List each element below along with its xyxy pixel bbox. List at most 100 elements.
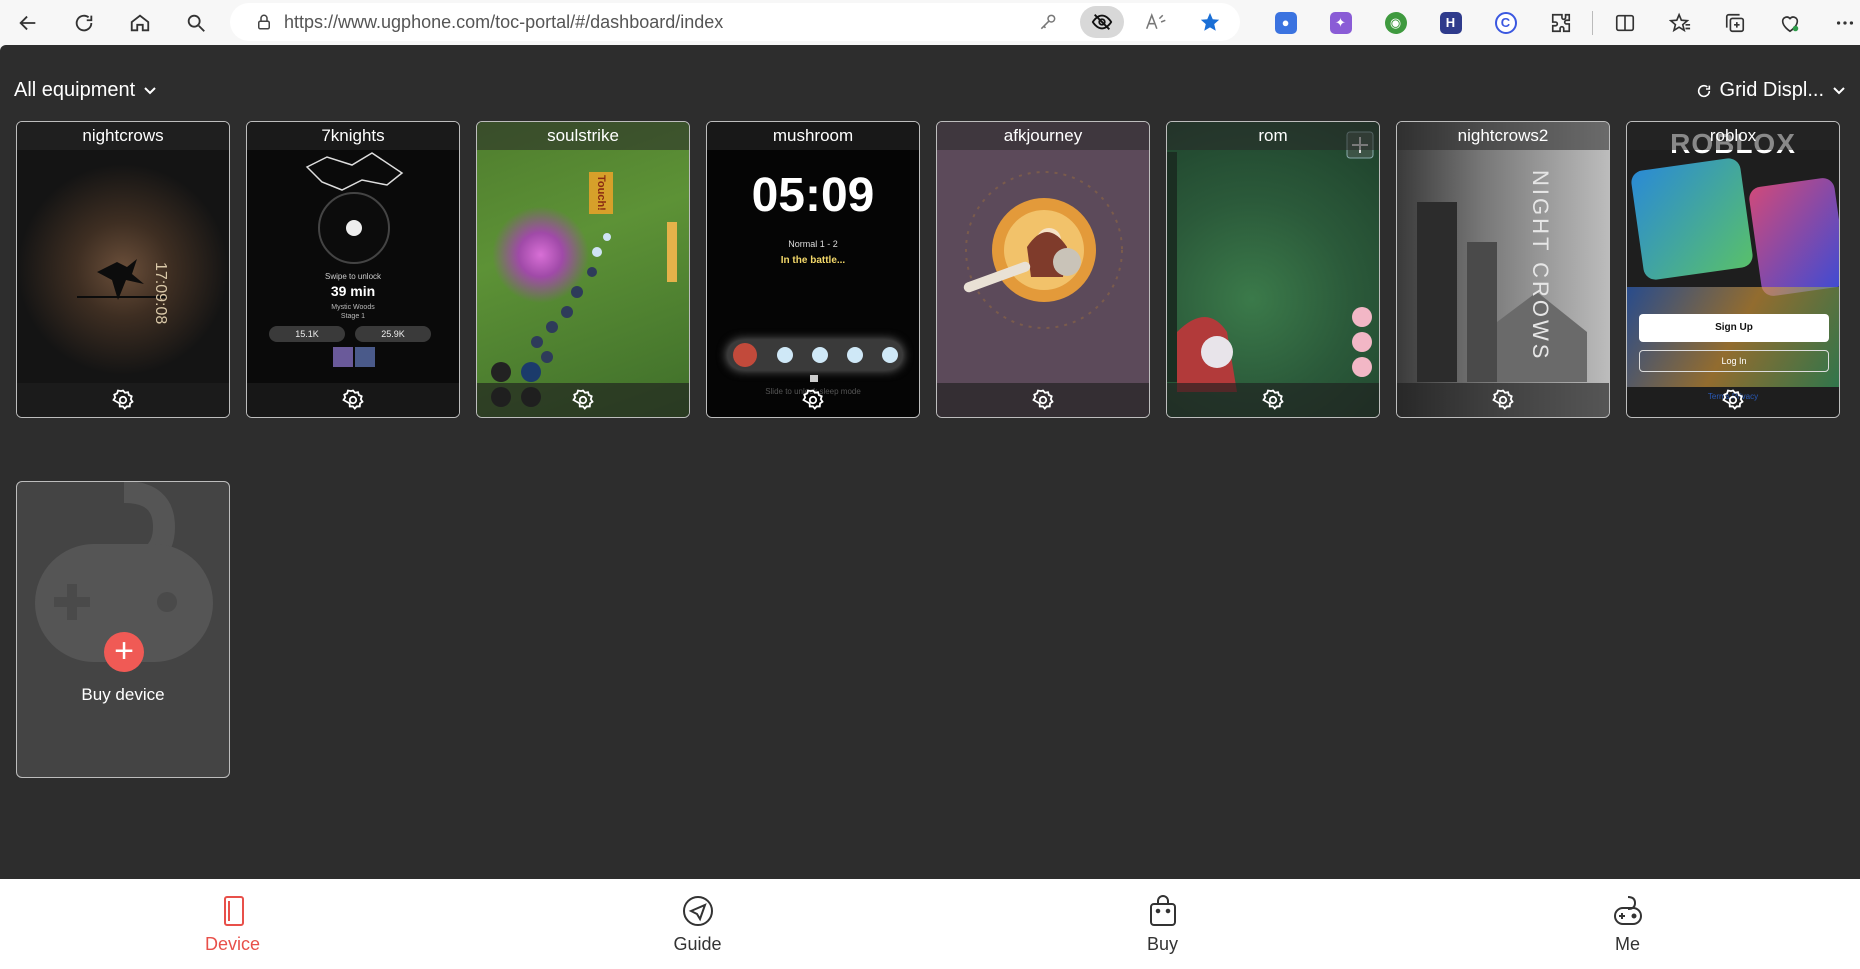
lock-icon[interactable] [244,13,284,31]
device-screen[interactable]: Touch! [477,122,689,417]
device-card-mushroom[interactable]: 05:09 Normal 1 - 2 In the battle... Slid… [706,121,920,418]
login-button[interactable]: Log In [1639,350,1829,372]
more-menu-icon[interactable] [1817,0,1860,45]
device-name: rom [1167,122,1379,150]
game-scene-icon [1167,131,1374,392]
extension-purple-icon[interactable]: ✦ [1313,0,1368,45]
stage-number: Stage 1 [340,313,366,320]
nav-device[interactable]: Device [0,879,465,969]
equipment-filter-label: All equipment [14,79,136,101]
party-members-icon [733,343,898,382]
nav-guide[interactable]: Guide [465,879,930,969]
add-plus-icon[interactable]: + [104,632,144,672]
device-card-roblox[interactable]: ROBLOX Sign Up Log In Terms Privacy robl… [1626,121,1840,418]
read-aloud-icon[interactable] [1134,6,1178,38]
chevron-down-icon [144,86,156,94]
bottom-navigation: Device Guide Buy Me [0,879,1860,969]
device-screen[interactable]: Swipe to unlock 39 min Mystic Woods Stag… [247,122,459,417]
tracking-prevention-icon[interactable] [1080,6,1124,38]
lock-screen-art-icon [305,152,404,191]
device-settings-button[interactable] [247,383,459,417]
extension-globe-icon[interactable]: ◉ [1368,0,1423,45]
address-bar[interactable]: https://www.ugphone.com/toc-portal/#/das… [230,3,1240,41]
device-settings-button[interactable] [17,383,229,417]
gear-icon [1032,389,1054,410]
grid-display-dropdown[interactable]: Grid Displ... [1696,79,1846,102]
gear-icon [112,389,134,410]
search-button[interactable] [168,0,224,45]
shopping-bag-icon [1149,894,1176,926]
split-screen-icon[interactable] [1597,0,1652,45]
hero-emblem-icon [963,171,1123,329]
favorites-icon[interactable] [1652,0,1707,45]
equipment-filter-dropdown[interactable]: All equipment [14,79,157,102]
stage-name: Mystic Woods [331,304,375,311]
buy-device-card[interactable]: + Buy device [16,481,230,778]
nav-buy-label: Buy [1146,933,1179,954]
search-icon [187,14,205,32]
paper-plane-icon [682,895,713,926]
device-card-nightcrows[interactable]: 17:09:08 nightcrows [16,121,230,418]
gear-icon [1262,389,1284,410]
device-settings-button[interactable] [937,383,1149,417]
device-name: nightcrows [17,122,229,150]
gear-icon [572,389,594,410]
nav-device-label: Device [204,933,261,954]
game-logo-text: NIGHT CROWS [1528,170,1553,362]
gamepad-profile-icon [1613,895,1642,925]
home-button[interactable] [112,0,168,45]
nav-me-label: Me [1614,933,1640,954]
hero-thumbnails [333,347,375,367]
device-name: 7knights [247,122,459,150]
device-settings-button[interactable] [707,383,919,417]
toolbar-divider [1592,10,1593,35]
device-settings-button[interactable] [1167,383,1379,417]
device-settings-button[interactable] [1397,383,1609,417]
refresh-small-icon[interactable] [1696,83,1712,99]
extension-blue-icon[interactable]: ● [1258,0,1313,45]
back-arrow-icon [19,15,36,30]
device-screen[interactable] [1167,122,1379,417]
grid-display-label: Grid Displ... [1719,79,1824,101]
chevron-down-icon [1833,86,1845,94]
home-icon [130,14,150,31]
device-card-soulstrike[interactable]: Touch! soulstrike [476,121,690,418]
extensions-puzzle-icon[interactable] [1533,0,1588,45]
refresh-button[interactable] [56,0,112,45]
back-button[interactable] [0,0,56,45]
device-card-rom[interactable]: rom [1166,121,1380,418]
castle-scene-icon [1417,202,1587,382]
dashboard-area: All equipment Grid Displ... 17:09:08 nig… [0,45,1860,879]
favorite-star-icon[interactable] [1188,6,1232,38]
nav-buy[interactable]: Buy [930,879,1395,969]
url-text[interactable]: https://www.ugphone.com/toc-portal/#/das… [284,12,1026,33]
device-screen[interactable] [937,122,1149,417]
device-settings-button[interactable] [477,383,689,417]
key-icon[interactable] [1026,6,1070,38]
browser-essentials-icon[interactable] [1762,0,1817,45]
extension-c-icon[interactable]: C [1478,0,1533,45]
battle-units-icon [491,222,677,407]
device-settings-button[interactable] [1627,383,1839,417]
device-name: roblox [1627,122,1839,150]
gear-icon [1722,389,1744,410]
screen-time-text: 17:09:08 [152,262,169,325]
nav-me[interactable]: Me [1395,879,1860,969]
device-screen[interactable]: 05:09 Normal 1 - 2 In the battle... Slid… [707,122,919,417]
device-screen[interactable]: NIGHT CROWS [1397,122,1609,417]
device-name: nightcrows2 [1397,122,1609,150]
gear-icon [1492,389,1514,410]
refresh-icon [75,14,93,31]
device-card-afkjourney[interactable]: afkjourney [936,121,1150,418]
signup-button[interactable]: Sign Up [1639,314,1829,342]
bird-silhouette-icon [77,259,167,300]
device-card-nightcrows2[interactable]: NIGHT CROWS nightcrows2 [1396,121,1610,418]
time-remaining: 39 min [330,283,376,299]
extension-shield-icon[interactable]: H [1423,0,1478,45]
device-card-7knights[interactable]: Swipe to unlock 39 min Mystic Woods Stag… [246,121,460,418]
padlock-icon [346,220,362,236]
phone-device-icon [223,895,244,926]
device-screen[interactable]: 17:09:08 [17,122,229,417]
collections-icon[interactable] [1707,0,1762,45]
device-screen[interactable]: ROBLOX Sign Up Log In Terms Privacy [1627,122,1839,417]
